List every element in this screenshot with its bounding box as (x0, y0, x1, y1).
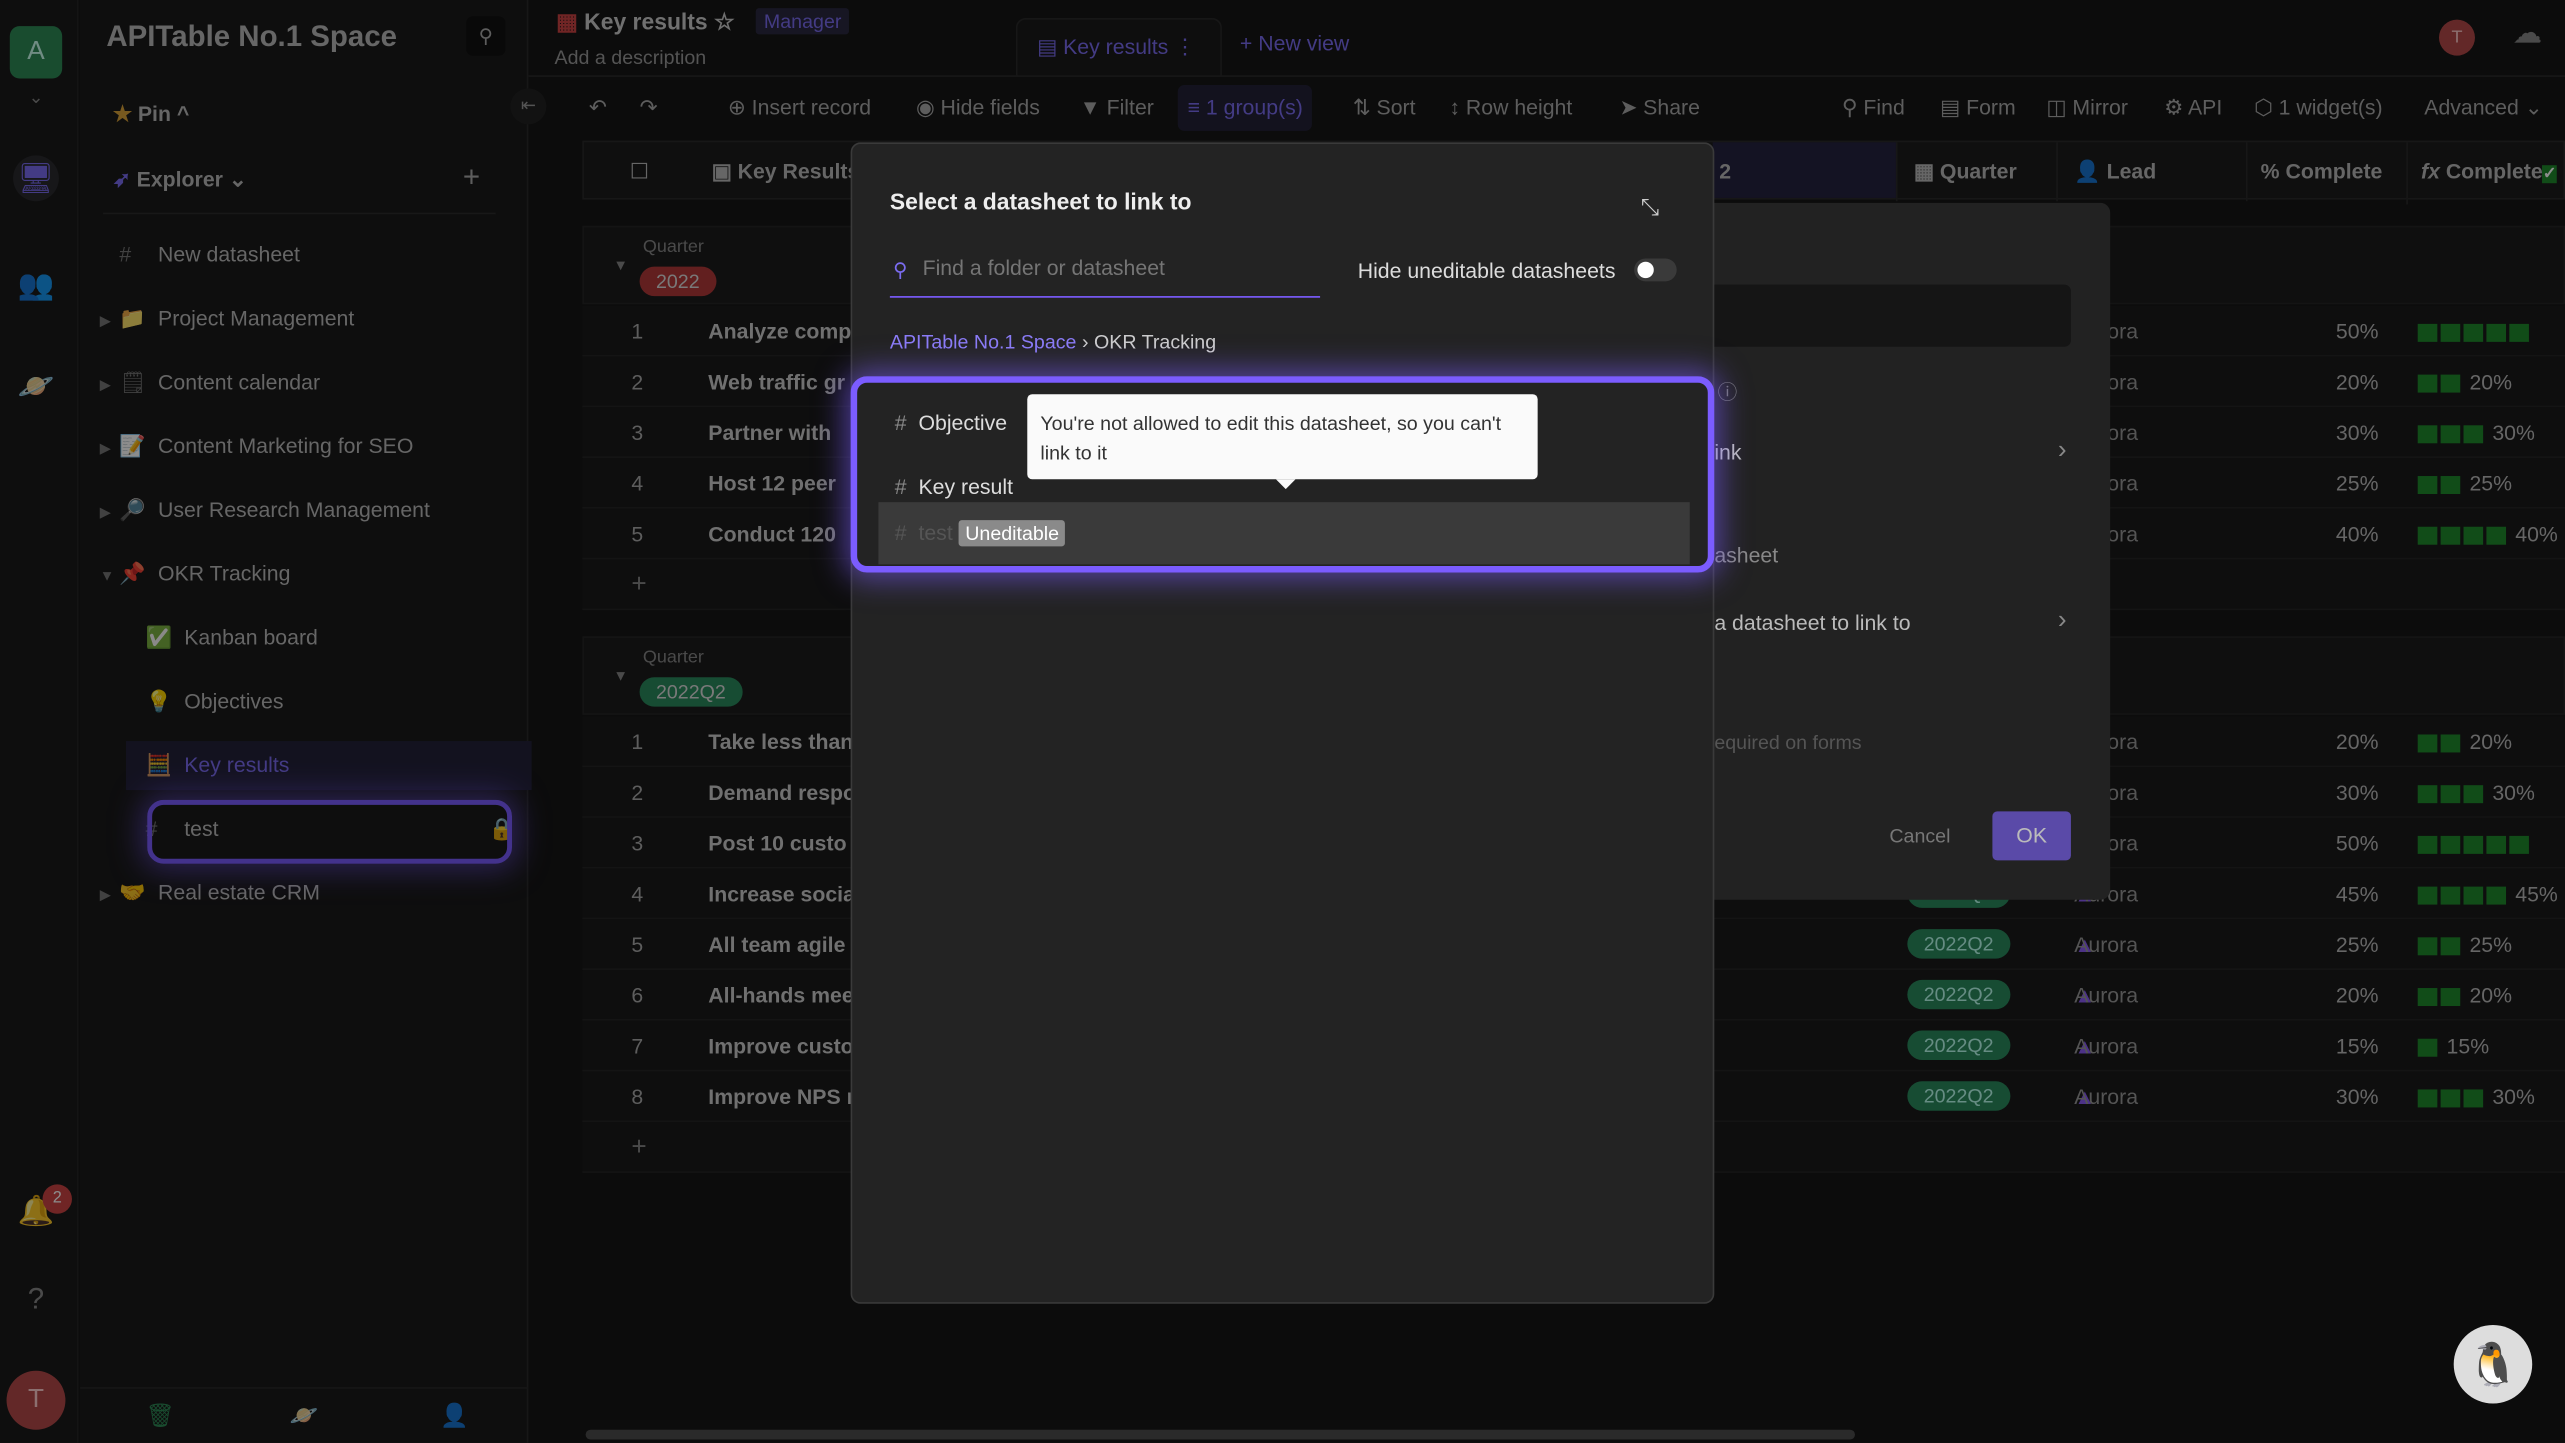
collapse-icon[interactable]: ⤡ (1641, 193, 1659, 221)
select-datasheet-modal: Select a datasheet to link to ⤡ ⚲ Hide u… (850, 142, 1715, 1304)
chevron-right-icon[interactable]: › (2058, 607, 2067, 636)
hide-uneditable-toggle[interactable] (1634, 258, 1677, 282)
ok-button[interactable]: OK (1992, 811, 2071, 861)
assistant-mascot-icon[interactable]: 🐧 (2453, 1324, 2533, 1404)
dialog-text: asheet (1714, 543, 1779, 568)
select-datasheet-row[interactable]: a datasheet to link to (1714, 610, 1910, 635)
breadcrumb-current: OKR Tracking (1093, 330, 1217, 354)
modal-title: Select a datasheet to link to (889, 188, 1192, 215)
dialog-text: ink (1714, 440, 1742, 465)
chevron-right-icon[interactable]: › (2058, 437, 2067, 466)
breadcrumb: APITable No.1 Space › OKR Tracking (889, 330, 1217, 354)
horizontal-scrollbar[interactable] (585, 1429, 1855, 1440)
hide-uneditable-label: Hide uneditable datasheets (1357, 258, 1616, 283)
search-field[interactable]: ⚲ (889, 249, 1321, 298)
search-input[interactable] (922, 255, 1316, 280)
required-on-forms-label: equired on forms (1714, 731, 1862, 755)
tooltip: You're not allowed to edit this datashee… (1027, 394, 1538, 490)
cancel-button[interactable]: Cancel (1889, 824, 1950, 847)
breadcrumb-root[interactable]: APITable No.1 Space (890, 330, 1077, 353)
search-icon: ⚲ (893, 258, 908, 282)
help-icon: ⓘ (1717, 381, 1738, 405)
